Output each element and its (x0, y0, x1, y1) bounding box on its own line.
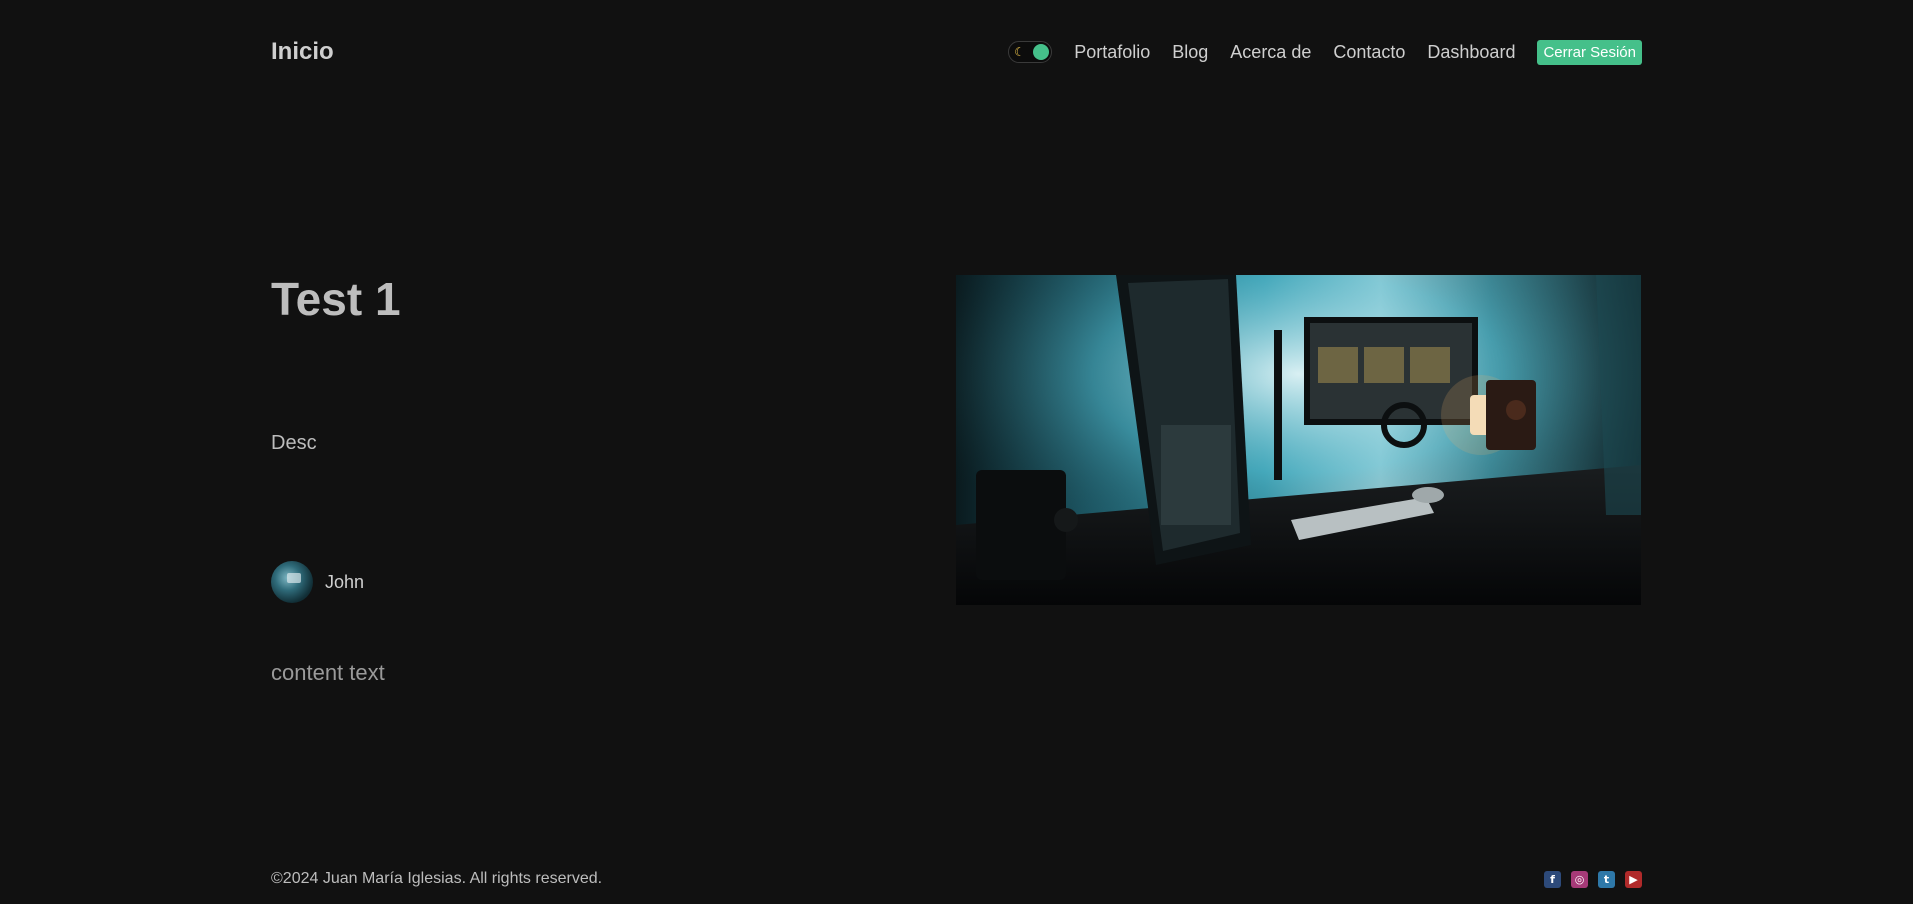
theme-toggle[interactable]: ☾ (1008, 41, 1053, 63)
brand-home-link[interactable]: Inicio (271, 38, 334, 66)
twitter-icon[interactable]: t (1598, 870, 1615, 888)
nav-blog[interactable]: Blog (1172, 42, 1208, 63)
avatar (271, 561, 313, 603)
moon-icon: ☾ (1014, 45, 1025, 59)
site-footer: ©2024 Juan María Iglesias. All rights re… (271, 870, 1642, 888)
nav-contacto[interactable]: Contacto (1333, 42, 1405, 63)
instagram-icon[interactable]: ◎ (1571, 870, 1588, 888)
youtube-icon[interactable]: ▶ (1625, 870, 1642, 888)
nav-portafolio[interactable]: Portafolio (1074, 42, 1150, 63)
post-image (956, 275, 1641, 605)
facebook-icon[interactable]: f (1544, 870, 1561, 888)
logout-button[interactable]: Cerrar Sesión (1537, 39, 1642, 65)
social-links: f ◎ t ▶ (1544, 870, 1642, 888)
post-author: John (271, 561, 364, 603)
copyright-text: ©2024 Juan María Iglesias. All rights re… (271, 870, 603, 887)
post-description: Desc (271, 432, 317, 454)
nav-acerca-de[interactable]: Acerca de (1230, 42, 1311, 63)
post-content: content text (271, 660, 385, 685)
author-name: John (325, 571, 365, 592)
toggle-knob (1033, 44, 1050, 60)
nav-dashboard[interactable]: Dashboard (1427, 42, 1515, 63)
site-header: Inicio ☾ Portafolio Blog Acerca de Conta… (271, 30, 1642, 74)
desk-setup-illustration (956, 275, 1641, 605)
page: Inicio ☾ Portafolio Blog Acerca de Conta… (0, 0, 1913, 904)
main-nav: ☾ Portafolio Blog Acerca de Contacto Das… (1008, 39, 1642, 65)
post-title: Test 1 (271, 273, 401, 325)
